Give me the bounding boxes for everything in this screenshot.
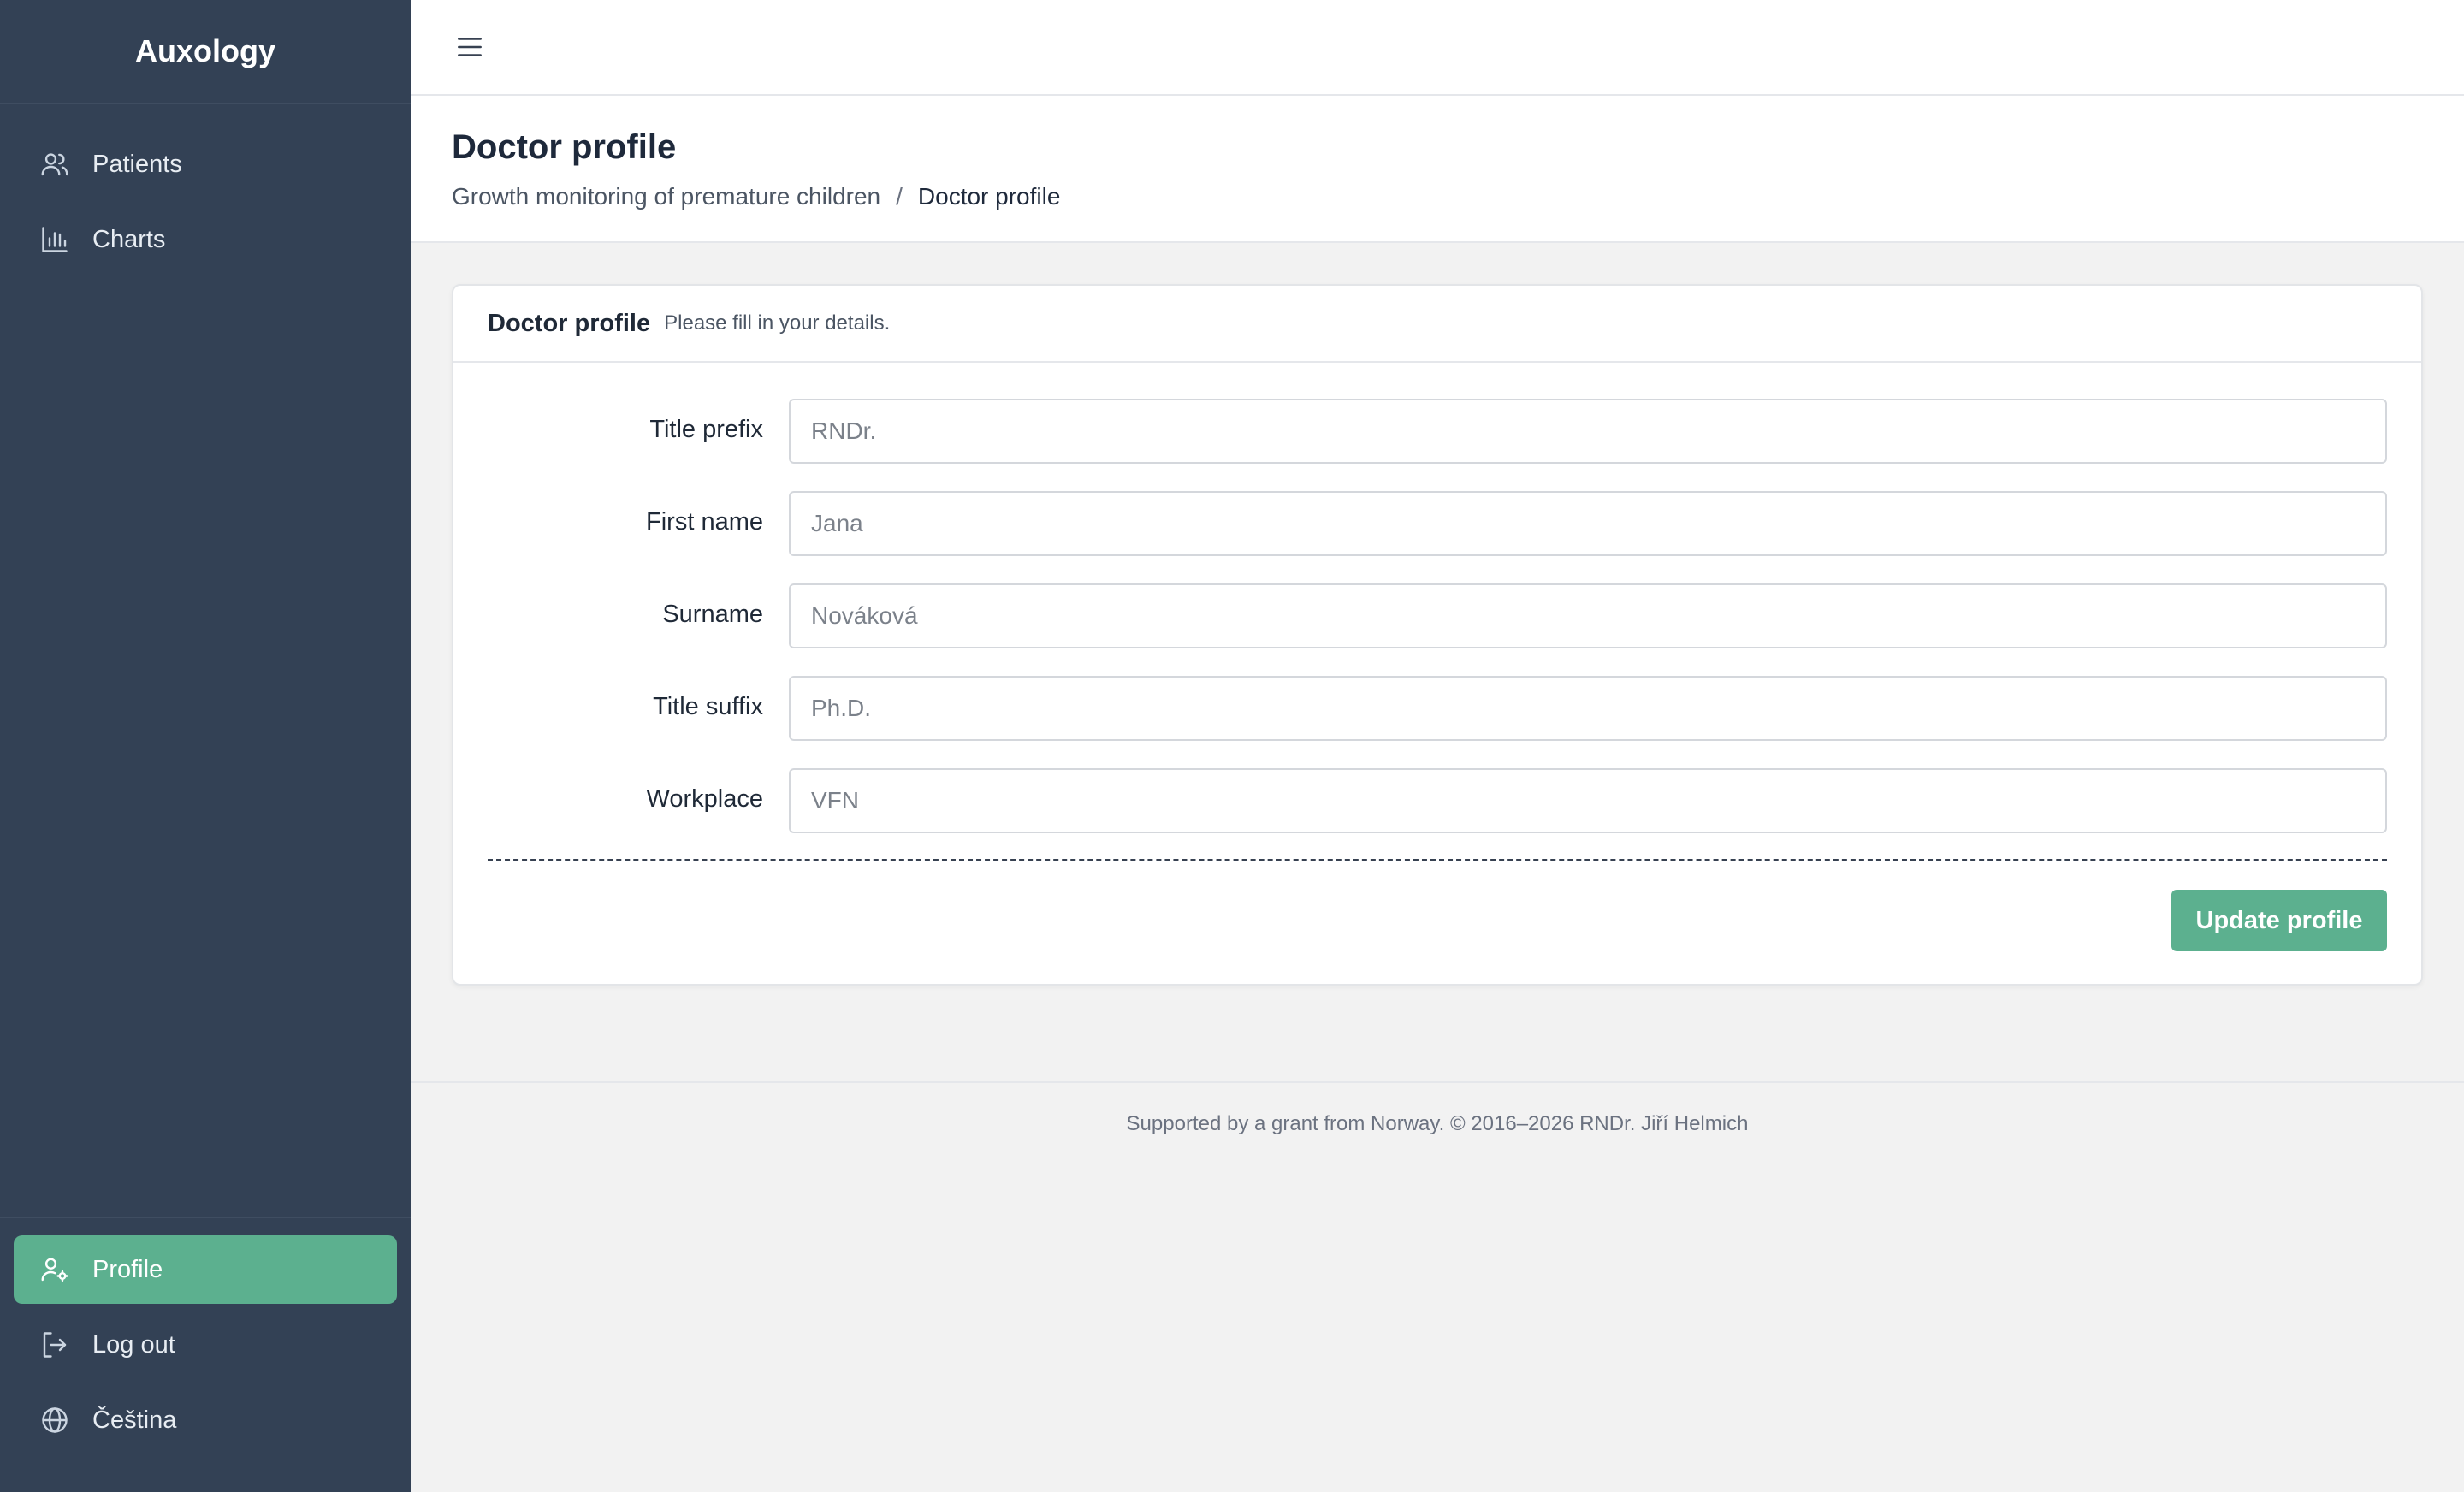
title-suffix-label: Title suffix xyxy=(653,693,763,720)
sidebar-item-charts[interactable]: Charts xyxy=(14,205,397,274)
surname-label: Surname xyxy=(662,601,763,628)
sidebar-item-label: Charts xyxy=(92,225,166,253)
first-name-input[interactable] xyxy=(789,491,2387,556)
globe-icon xyxy=(39,1405,70,1436)
sidebar-item-label: Log out xyxy=(92,1330,175,1359)
sidebar-nav: Patients Charts xyxy=(0,104,411,274)
form-row-workplace: Workplace xyxy=(453,768,2425,833)
hamburger-menu-icon[interactable] xyxy=(453,31,486,63)
sidebar-item-patients[interactable]: Patients xyxy=(14,130,397,198)
title-prefix-input[interactable] xyxy=(789,399,2387,464)
sidebar-item-label: Patients xyxy=(92,150,182,178)
profile-card: Doctor profile Please fill in your detai… xyxy=(452,284,2423,986)
sidebar-bottom-nav: Profile Log out Čeština xyxy=(0,1217,411,1461)
breadcrumb-current: Doctor profile xyxy=(917,183,1061,210)
workplace-label: Workplace xyxy=(646,785,763,813)
breadcrumb-separator: / xyxy=(896,183,903,210)
app-title: Auxology xyxy=(0,0,411,104)
workplace-input[interactable] xyxy=(789,768,2387,833)
page-header: Doctor profile Growth monitoring of prem… xyxy=(411,96,2464,243)
form-row-surname: Surname xyxy=(453,583,2425,648)
card-header: Doctor profile Please fill in your detai… xyxy=(453,286,2421,363)
sidebar-item-language[interactable]: Čeština xyxy=(14,1386,397,1454)
bar-chart-icon xyxy=(39,224,70,255)
update-profile-button[interactable]: Update profile xyxy=(2171,890,2387,951)
breadcrumb-parent-link[interactable]: Growth monitoring of premature children xyxy=(452,183,880,210)
form-row-first-name: First name xyxy=(453,491,2425,556)
footer-divider xyxy=(411,1081,2464,1083)
surname-input[interactable] xyxy=(789,583,2387,648)
sidebar-item-profile[interactable]: Profile xyxy=(14,1235,397,1304)
first-name-label: First name xyxy=(646,508,763,536)
page-title: Doctor profile xyxy=(452,128,677,166)
users-icon xyxy=(39,149,70,180)
sidebar-item-label: Profile xyxy=(92,1255,163,1283)
footer-text: Supported by a grant from Norway. © 2016… xyxy=(1126,1112,1749,1135)
sidebar-item-label: Čeština xyxy=(92,1406,177,1434)
sidebar-item-logout[interactable]: Log out xyxy=(14,1311,397,1379)
breadcrumb: Growth monitoring of premature children … xyxy=(452,183,1060,210)
top-bar xyxy=(411,0,2464,96)
card-subtitle: Please fill in your details. xyxy=(664,311,891,335)
form-divider xyxy=(488,859,2387,861)
form-row-title-prefix: Title prefix xyxy=(453,399,2425,464)
user-settings-icon xyxy=(39,1254,70,1285)
card-title: Doctor profile xyxy=(488,309,651,337)
form-row-title-suffix: Title suffix xyxy=(453,676,2425,741)
title-suffix-input[interactable] xyxy=(789,676,2387,741)
logout-icon xyxy=(39,1329,70,1360)
sidebar: Auxology Patients Charts Profile Log out… xyxy=(0,0,411,1492)
title-prefix-label: Title prefix xyxy=(649,416,763,443)
